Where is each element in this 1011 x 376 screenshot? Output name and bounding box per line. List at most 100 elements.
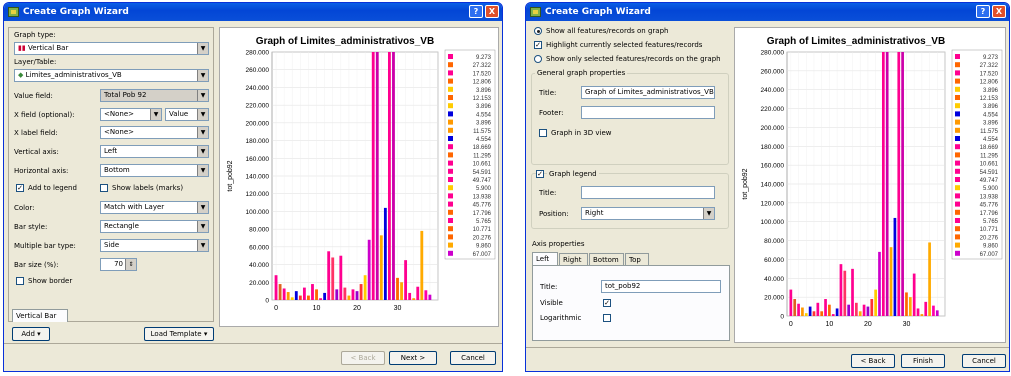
show-border-label: Show border <box>28 277 73 285</box>
window-title: Create Graph Wizard <box>23 7 129 17</box>
y-tick-label: 140.000 <box>246 174 270 181</box>
cancel-button[interactable]: Cancel <box>450 351 496 365</box>
x-label-field-select[interactable]: <None> ▼ <box>100 126 209 139</box>
graph-legend-checkbox[interactable]: ✓ <box>536 170 544 178</box>
legend-entry: 17.520 <box>980 71 999 77</box>
close-button[interactable]: X <box>485 5 499 18</box>
bar-style-label: Bar style: <box>14 223 48 231</box>
show-selected-label: Show only selected features/records on t… <box>546 55 721 63</box>
vertical-axis-select[interactable]: Left ▼ <box>100 145 209 158</box>
visible-label: Visible <box>540 299 563 307</box>
legend-swatch <box>955 185 960 191</box>
show-border-checkbox[interactable] <box>16 277 24 285</box>
bar-style-value: Rectangle <box>104 222 139 230</box>
axis-title-input[interactable]: tot_pob92 <box>601 280 721 293</box>
chevron-down-icon[interactable]: ▼ <box>197 202 208 213</box>
logarithmic-label: Logarithmic <box>540 314 582 322</box>
legend-title-input[interactable] <box>581 186 715 199</box>
help-button[interactable]: ? <box>469 5 483 18</box>
bar <box>916 308 920 316</box>
chevron-down-icon[interactable]: ▼ <box>703 208 714 219</box>
bar-size-input[interactable]: 70 ⇕ <box>100 258 137 271</box>
multiple-bar-label: Multiple bar type: <box>14 242 76 250</box>
graph-type-select[interactable]: ▮▮ Vertical Bar ▼ <box>14 42 209 55</box>
chevron-down-icon[interactable]: ▼ <box>197 43 208 54</box>
bar <box>908 297 912 316</box>
back-button[interactable]: < Back <box>341 351 385 365</box>
spinner-icon[interactable]: ⇕ <box>125 259 136 270</box>
bar <box>808 306 812 316</box>
bar <box>315 289 318 300</box>
title-input[interactable]: Graph of Limites_administrativos_VB <box>581 86 715 99</box>
bar <box>831 314 835 316</box>
legend-swatch <box>448 193 453 199</box>
show-labels-checkbox[interactable] <box>100 184 108 192</box>
legend-entry: 11.575 <box>473 129 492 135</box>
help-button[interactable]: ? <box>976 5 990 18</box>
legend-swatch <box>448 119 453 125</box>
logarithmic-checkbox[interactable] <box>603 314 611 322</box>
bar <box>428 294 432 300</box>
value-field-select[interactable]: Total Pob 92 ▼ <box>100 89 209 102</box>
show-all-radio[interactable] <box>534 27 542 35</box>
visible-checkbox[interactable]: ✓ <box>603 299 611 307</box>
y-tick-label: 80.000 <box>764 238 784 245</box>
legend-entry: 54.591 <box>980 170 999 176</box>
back-button[interactable]: < Back <box>851 354 895 368</box>
bar-size-value: 70 <box>114 260 123 268</box>
legend-entry: 17.796 <box>980 211 999 217</box>
y-tick-label: 100.000 <box>246 209 270 216</box>
legend-swatch <box>448 103 453 109</box>
y-tick-label: 60.000 <box>249 244 269 251</box>
x-field-select[interactable]: <None> ▼ <box>100 108 162 121</box>
horizontal-axis-select[interactable]: Bottom ▼ <box>100 164 209 177</box>
multiple-bar-select[interactable]: Side ▼ <box>100 239 209 252</box>
bar <box>920 314 924 316</box>
tab-vertical-bar[interactable]: Vertical Bar <box>12 309 68 322</box>
add-button[interactable]: Add ▾ <box>12 327 50 341</box>
chevron-down-icon[interactable]: ▼ <box>197 221 208 232</box>
show-selected-radio[interactable] <box>534 55 542 63</box>
legend-swatch <box>448 70 453 76</box>
highlight-label: Highlight currently selected features/re… <box>546 41 703 49</box>
vertical-axis-value: Left <box>104 147 118 155</box>
chevron-down-icon[interactable]: ▼ <box>197 70 208 81</box>
bar <box>420 230 424 300</box>
color-select[interactable]: Match with Layer ▼ <box>100 201 209 214</box>
finish-button[interactable]: Finish <box>901 354 945 368</box>
highlight-checkbox[interactable]: ✓ <box>534 41 542 49</box>
chevron-down-icon[interactable]: ▼ <box>197 127 208 138</box>
chevron-down-icon[interactable]: ▼ <box>197 165 208 176</box>
bar <box>371 52 375 300</box>
close-button[interactable]: X <box>992 5 1006 18</box>
chevron-down-icon[interactable]: ▼ <box>197 90 208 101</box>
load-template-button[interactable]: Load Template ▾ <box>144 327 214 341</box>
bar <box>789 289 793 316</box>
show-all-label: Show all features/records on graph <box>546 27 669 35</box>
legend-entry: 27.322 <box>473 63 492 69</box>
position-value: Right <box>585 209 604 217</box>
chevron-down-icon[interactable]: ▼ <box>197 109 208 120</box>
x-tick-label: 10 <box>825 321 833 328</box>
next-button[interactable]: Next > <box>389 351 437 365</box>
footer-input[interactable] <box>581 106 715 119</box>
graph-icon <box>530 7 541 17</box>
chevron-down-icon[interactable]: ▼ <box>150 109 161 120</box>
legend-swatch <box>955 78 960 84</box>
x-field-sort-select[interactable]: Value ▼ <box>165 108 209 121</box>
legend-swatch <box>955 250 960 256</box>
graph-preview: Graph of Limites_administrativos_VB 0 20.0… <box>219 27 499 327</box>
cancel-button[interactable]: Cancel <box>962 354 1006 368</box>
layer-select[interactable]: ◆ Limites_administrativos_VB ▼ <box>14 69 209 82</box>
chevron-down-icon[interactable]: ▼ <box>197 146 208 157</box>
layer-label: Layer/Table: <box>14 58 57 66</box>
add-to-legend-checkbox[interactable]: ✓ <box>16 184 24 192</box>
legend-entry: 9.860 <box>983 244 999 250</box>
graph-3d-checkbox[interactable] <box>539 129 547 137</box>
legend-swatch <box>955 226 960 232</box>
bar-style-select[interactable]: Rectangle ▼ <box>100 220 209 233</box>
legend-entry: 18.669 <box>473 145 492 151</box>
chevron-down-icon[interactable]: ▼ <box>197 240 208 251</box>
tab-left[interactable]: Left <box>532 252 558 265</box>
position-select[interactable]: Right ▼ <box>581 207 715 220</box>
